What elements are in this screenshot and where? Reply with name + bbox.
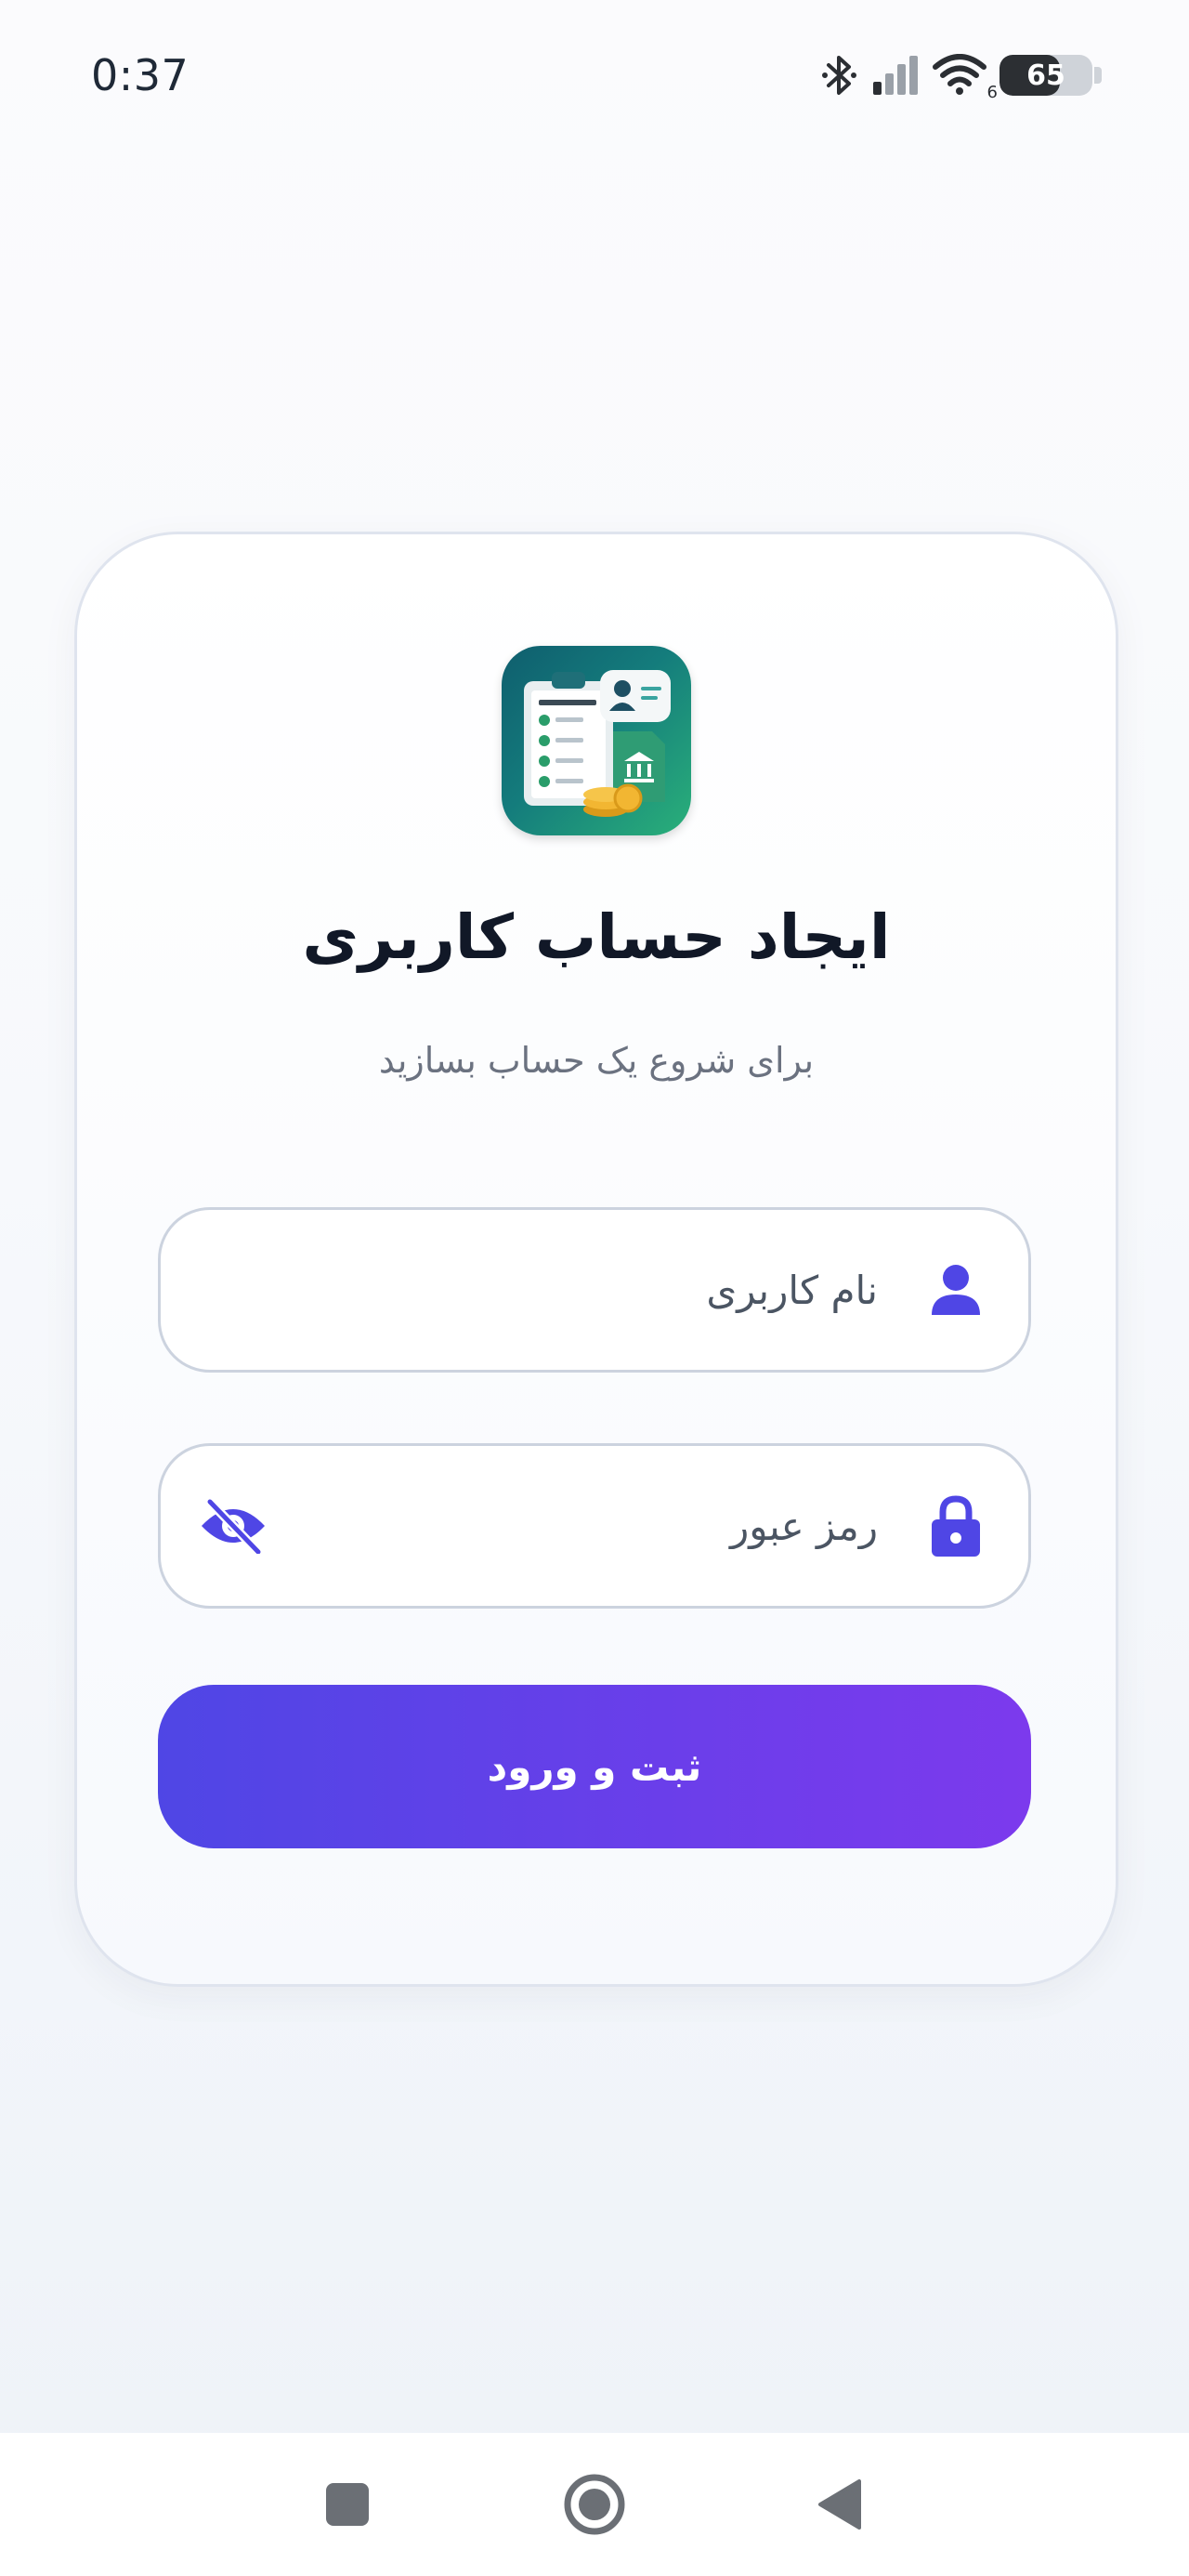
- battery-icon: 65: [1000, 54, 1104, 97]
- password-input[interactable]: [300, 1446, 880, 1606]
- cellular-signal-icon: [871, 54, 920, 97]
- status-time: 0:37: [91, 50, 189, 100]
- status-bar: 0:37 6 65: [0, 0, 1189, 153]
- bluetooth-icon: [821, 52, 858, 99]
- wifi-icon: 6: [933, 54, 998, 102]
- home-circle-icon[interactable]: [563, 2473, 626, 2536]
- username-input[interactable]: [198, 1210, 880, 1370]
- eye-off-icon[interactable]: [198, 1491, 268, 1561]
- system-navigation-bar: [0, 2433, 1189, 2576]
- wifi-badge: 6: [986, 83, 998, 102]
- user-icon: [926, 1260, 986, 1320]
- lock-icon: [926, 1495, 986, 1557]
- status-icons: 6 65: [821, 50, 1104, 102]
- page-title: ایجاد حساب کاربری: [302, 901, 891, 973]
- installment-management-app-icon: [502, 646, 691, 835]
- page-subtitle: برای شروع یک حساب بسازید: [378, 1040, 815, 1081]
- back-triangle-icon[interactable]: [817, 2477, 863, 2531]
- password-field[interactable]: [158, 1443, 1031, 1609]
- username-field[interactable]: [158, 1207, 1031, 1373]
- recents-square-icon[interactable]: [324, 2481, 371, 2528]
- battery-percent: 65: [1026, 59, 1065, 92]
- signup-card: ایجاد حساب کاربری برای شروع یک حساب بساز…: [74, 532, 1118, 1987]
- submit-signup-button[interactable]: ثبت و ورود: [158, 1685, 1031, 1848]
